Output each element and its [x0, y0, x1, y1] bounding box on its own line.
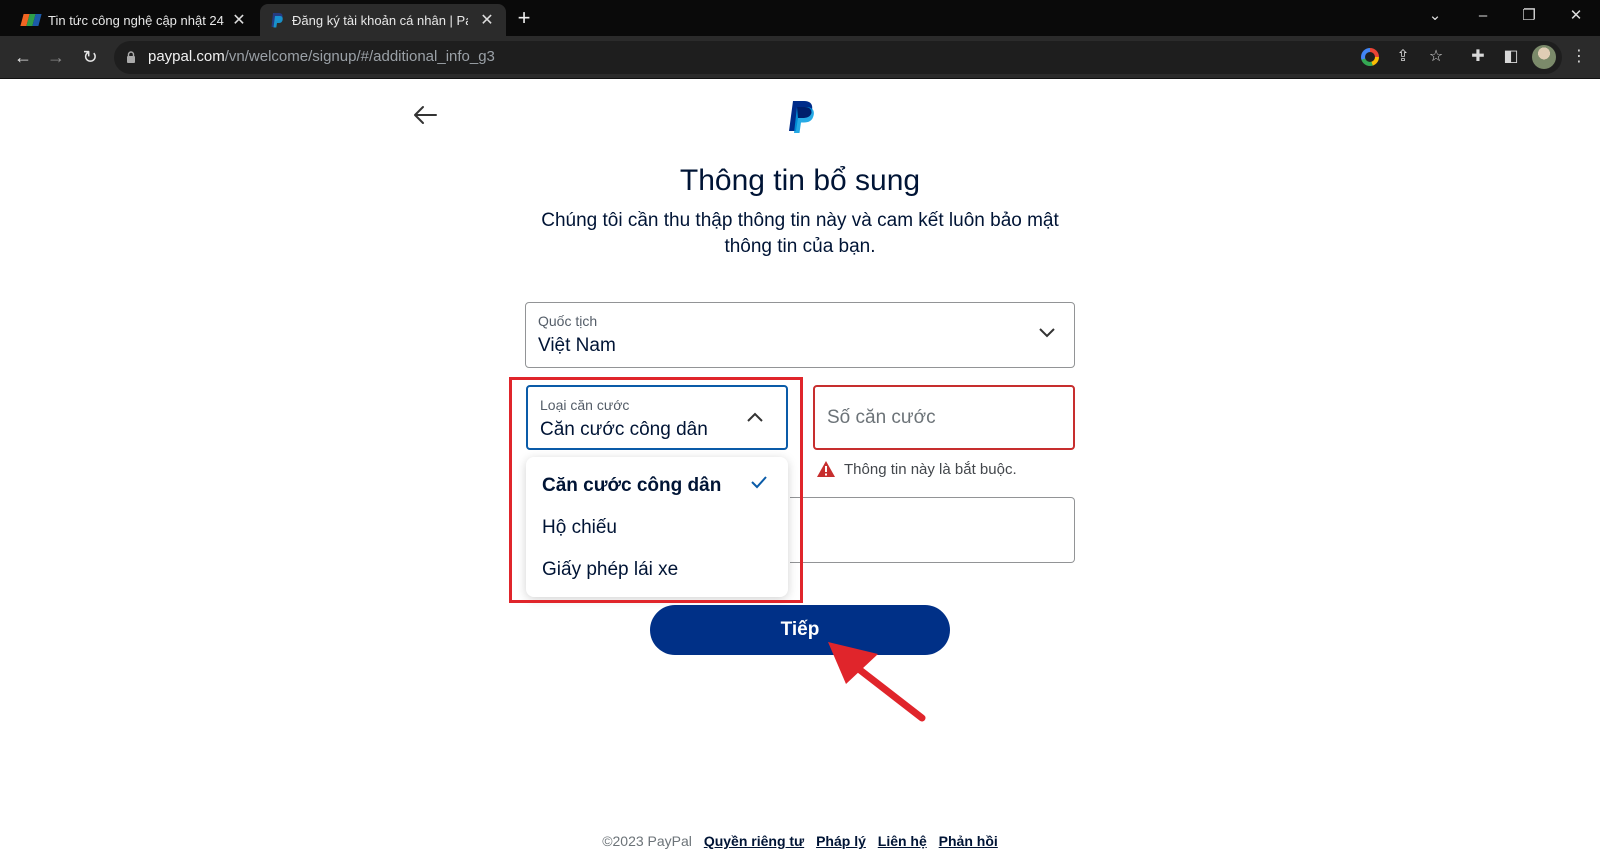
id-number-placeholder: Số căn cước — [827, 407, 936, 428]
dropdown-option-giay-phep[interactable]: Giấy phép lái xe — [542, 559, 678, 581]
close-tab-icon[interactable]: ✕ — [230, 10, 248, 30]
nationality-label: Quốc tịch — [538, 313, 598, 329]
chevron-up-icon — [747, 412, 763, 422]
page-footer: ©2023 PayPal Quyền riêng tư Pháp lý Liên… — [0, 833, 1600, 849]
dropdown-option-ho-chieu[interactable]: Hộ chiếu — [542, 517, 617, 539]
checkmark-icon — [751, 476, 767, 489]
reload-icon[interactable]: ↻ — [77, 44, 103, 70]
tab-paypal-signup[interactable]: Đăng ký tài khoản cá nhân | PayPal ✕ — [260, 4, 506, 36]
chevron-down-icon — [1039, 328, 1055, 338]
hidden-input-field[interactable] — [790, 497, 1075, 563]
menu-kebab-icon[interactable]: ⋮ — [1567, 44, 1591, 70]
nationality-value: Việt Nam — [538, 335, 616, 356]
bookmark-star-icon[interactable]: ☆ — [1424, 44, 1448, 70]
paypal-favicon-icon — [271, 13, 283, 28]
back-nav-icon[interactable]: ← — [10, 44, 36, 70]
paypal-logo-icon — [789, 101, 814, 133]
close-tab-icon[interactable]: ✕ — [478, 10, 496, 30]
forward-nav-icon[interactable]: → — [43, 44, 69, 70]
share-icon[interactable]: ⇪ — [1391, 44, 1415, 70]
minimize-icon[interactable]: – — [1460, 0, 1506, 34]
link-feedback[interactable]: Phản hồi — [939, 833, 998, 849]
tab-title: Tin tức công nghệ cập nhật 24/7 — [48, 12, 224, 28]
link-contact[interactable]: Liên hệ — [878, 833, 927, 849]
new-tab-plus-icon[interactable]: + — [510, 6, 538, 32]
back-arrow-icon[interactable] — [412, 104, 438, 126]
id-type-dropdown-menu: Căn cước công dân Hộ chiếu Giấy phép lái… — [526, 457, 788, 597]
id-type-label: Loại căn cước — [540, 397, 630, 413]
close-window-icon[interactable]: ✕ — [1553, 0, 1599, 34]
annotation-arrow-icon — [828, 642, 926, 722]
dropdown-option-can-cuoc[interactable]: Căn cước công dân — [542, 475, 721, 497]
id-type-select[interactable]: Loại căn cước Căn cước công dân — [526, 385, 788, 450]
side-panel-icon[interactable]: ◧ — [1499, 44, 1523, 70]
google-lens-icon[interactable] — [1358, 44, 1382, 70]
lock-icon — [127, 51, 135, 63]
id-number-error: Thông tin này là bắt buộc. — [816, 459, 1017, 479]
restore-icon[interactable]: ❐ — [1506, 0, 1552, 34]
browser-toolbar: ← → ↻ paypal.com/vn/welcome/signup/#/add… — [0, 36, 1600, 79]
error-text: Thông tin này là bắt buộc. — [844, 460, 1017, 478]
copyright-text: ©2023 PayPal — [602, 833, 692, 849]
link-privacy[interactable]: Quyền riêng tư — [704, 833, 804, 849]
tab-title: Đăng ký tài khoản cá nhân | PayPal — [292, 12, 468, 28]
id-number-input[interactable]: Số căn cước — [813, 385, 1075, 450]
address-bar[interactable]: paypal.com/vn/welcome/signup/#/additiona… — [114, 41, 1562, 74]
warning-triangle-icon — [817, 461, 835, 477]
page-title: Thông tin bổ sung — [679, 164, 921, 197]
profile-avatar[interactable] — [1532, 45, 1556, 69]
url-text: paypal.com/vn/welcome/signup/#/additiona… — [148, 48, 495, 65]
tab-tin-tuc[interactable]: Tin tức công nghệ cập nhật 24/7 ✕ — [12, 4, 258, 36]
browser-tab-bar: Tin tức công nghệ cập nhật 24/7 ✕ Đăng k… — [0, 0, 1600, 36]
fpt-favicon-icon — [20, 14, 42, 26]
page-subtitle: Chúng tôi cần thu thập thông tin này và … — [541, 210, 1059, 257]
id-type-value: Căn cước công dân — [540, 419, 708, 440]
link-legal[interactable]: Pháp lý — [816, 833, 866, 849]
nationality-select[interactable]: Quốc tịch Việt Nam — [525, 302, 1075, 368]
tab-search-chevron-icon[interactable]: ⌄ — [1412, 0, 1458, 34]
extensions-puzzle-icon[interactable]: ✚ — [1466, 44, 1490, 70]
